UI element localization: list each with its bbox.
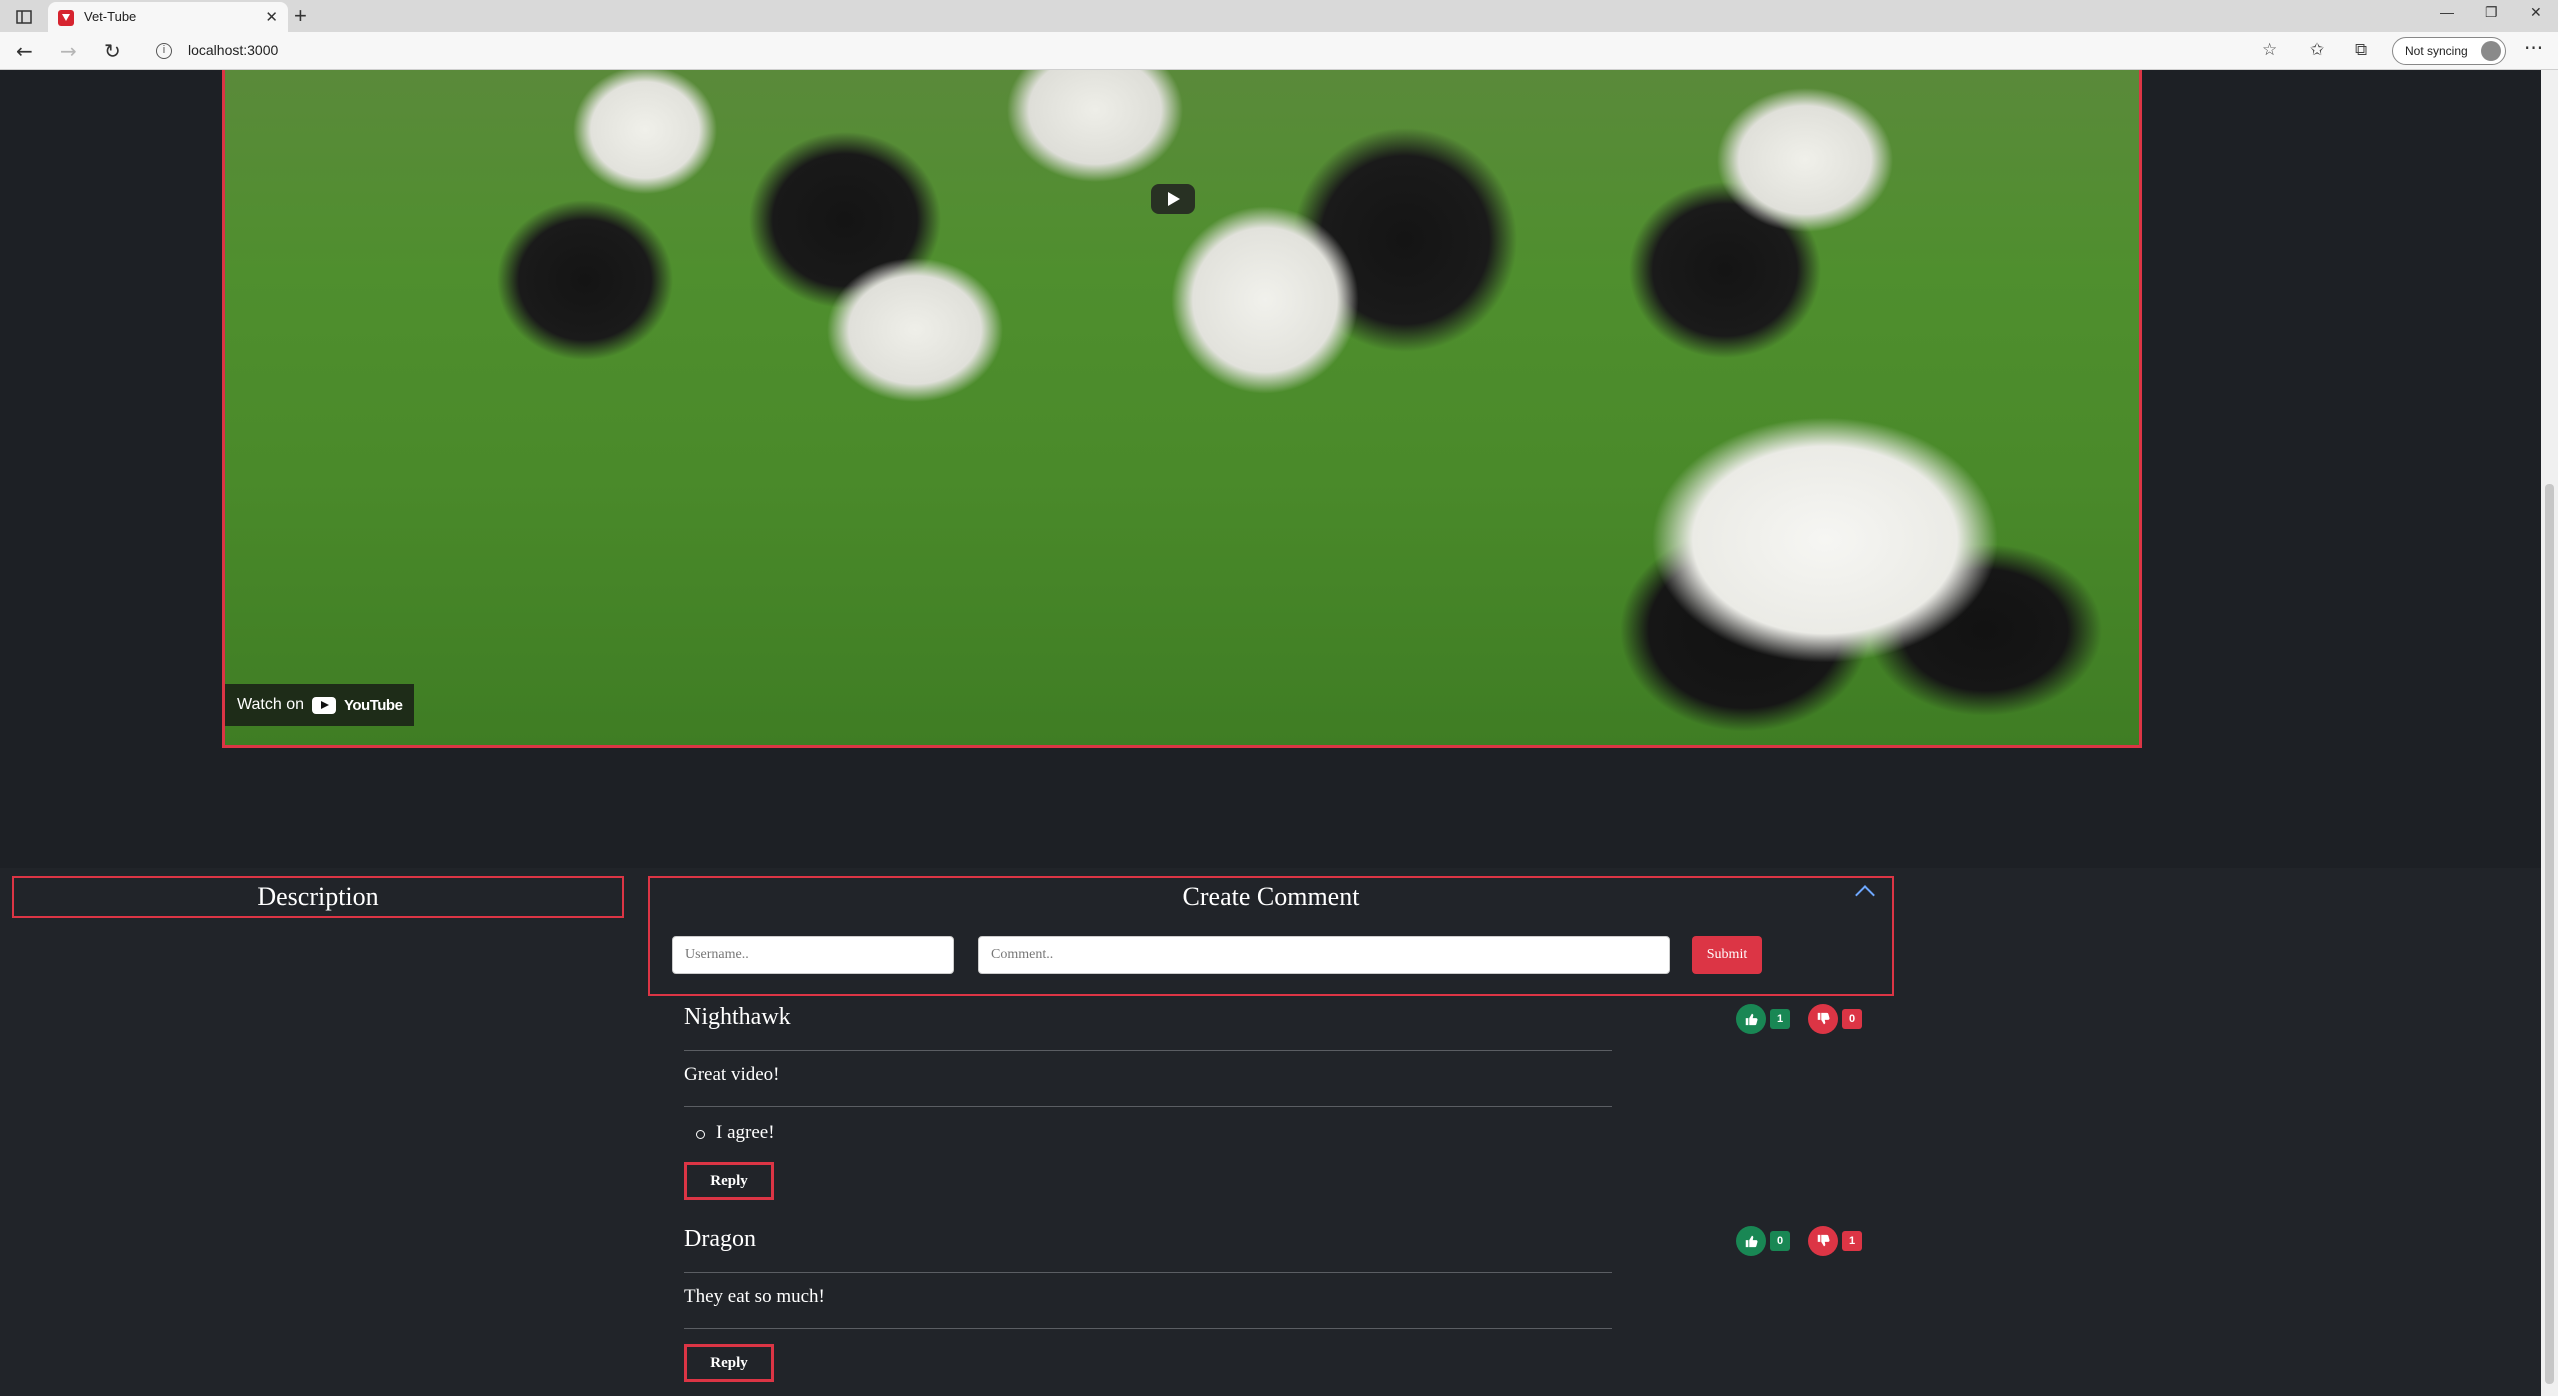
window-close-button[interactable]: ✕	[2530, 4, 2542, 21]
comment-card: Nighthawk Great video! I agree! Reply 1 …	[648, 998, 1894, 1216]
description-panel[interactable]: Description	[12, 876, 624, 918]
tab-title: Vet-Tube	[84, 9, 137, 24]
page-scrollbar[interactable]	[2541, 70, 2558, 1396]
create-comment-panel: Create Comment Username.. Comment.. Subm…	[648, 876, 1894, 996]
sync-label: Not syncing	[2405, 44, 2468, 58]
more-menu-icon[interactable]: ···	[2524, 36, 2543, 60]
divider	[684, 1106, 1612, 1107]
add-favorite-icon[interactable]: ☆	[2262, 40, 2277, 60]
site-info-icon[interactable]: i	[156, 43, 172, 59]
reply-item: I agree!	[696, 1122, 775, 1143]
refresh-icon[interactable]: ↻	[104, 39, 121, 63]
divider	[684, 1050, 1612, 1051]
like-button[interactable]	[1736, 1004, 1766, 1034]
comment-text: Great video!	[684, 1064, 780, 1085]
back-arrow-icon[interactable]: ←	[16, 39, 33, 63]
thumbs-up-icon	[1745, 1235, 1758, 1248]
browser-toolbar: ← → ↻ i localhost:3000 ☆ ✩ ⧉ Not syncing…	[0, 32, 2558, 70]
username-input[interactable]: Username..	[672, 936, 954, 974]
dislike-button[interactable]	[1808, 1226, 1838, 1256]
like-button[interactable]	[1736, 1226, 1766, 1256]
address-bar[interactable]: localhost:3000	[188, 42, 278, 58]
comment-input[interactable]: Comment..	[978, 936, 1670, 974]
comment-author: Dragon	[684, 1226, 756, 1252]
thumbs-down-icon	[1817, 1012, 1830, 1025]
browser-tab[interactable]: Vet-Tube ✕	[48, 2, 288, 32]
watch-on-label: Watch on	[237, 696, 304, 713]
favorites-icon[interactable]: ✩	[2310, 40, 2324, 60]
divider	[684, 1328, 1612, 1329]
youtube-logo-icon	[312, 696, 336, 714]
watch-on-youtube-link[interactable]: Watch on YouTube	[225, 684, 415, 726]
window-restore-button[interactable]: ❐	[2485, 4, 2498, 21]
divider	[684, 1272, 1612, 1273]
play-icon[interactable]	[1151, 184, 1195, 214]
scrollbar-thumb[interactable]	[2545, 484, 2554, 1384]
forward-arrow-icon[interactable]: →	[60, 39, 77, 63]
window-minimize-button[interactable]: —	[2440, 4, 2454, 20]
profile-sync-button[interactable]: Not syncing	[2392, 37, 2506, 65]
comment-card: Dragon They eat so much! Reply 0 1	[648, 1220, 1894, 1396]
vet-tube-favicon-icon	[58, 10, 74, 26]
reply-button[interactable]: Reply	[684, 1162, 774, 1200]
dislike-count: 0	[1842, 1009, 1862, 1029]
tab-close-icon[interactable]: ✕	[265, 8, 278, 26]
youtube-video-player[interactable]: Watch on YouTube	[222, 70, 2142, 748]
thumbs-up-icon	[1745, 1013, 1758, 1026]
collections-icon[interactable]: ⧉	[2355, 40, 2367, 60]
thumbs-down-icon	[1817, 1234, 1830, 1247]
create-comment-title: Create Comment	[1182, 882, 1360, 911]
browser-tab-bar: Vet-Tube ✕ + — ❐ ✕	[0, 0, 2558, 32]
dislike-button[interactable]	[1808, 1004, 1838, 1034]
submit-button[interactable]: Submit	[1692, 936, 1762, 974]
youtube-wordmark: YouTube	[344, 696, 403, 714]
reply-button[interactable]: Reply	[684, 1344, 774, 1382]
like-count: 0	[1770, 1231, 1790, 1251]
like-count: 1	[1770, 1009, 1790, 1029]
comment-author: Nighthawk	[684, 1004, 791, 1030]
tab-actions-icon[interactable]	[8, 6, 40, 28]
new-tab-button[interactable]: +	[294, 3, 307, 29]
comment-text: They eat so much!	[684, 1286, 825, 1307]
description-title: Description	[257, 882, 379, 911]
avatar-icon	[2481, 41, 2501, 61]
dislike-count: 1	[1842, 1231, 1862, 1251]
